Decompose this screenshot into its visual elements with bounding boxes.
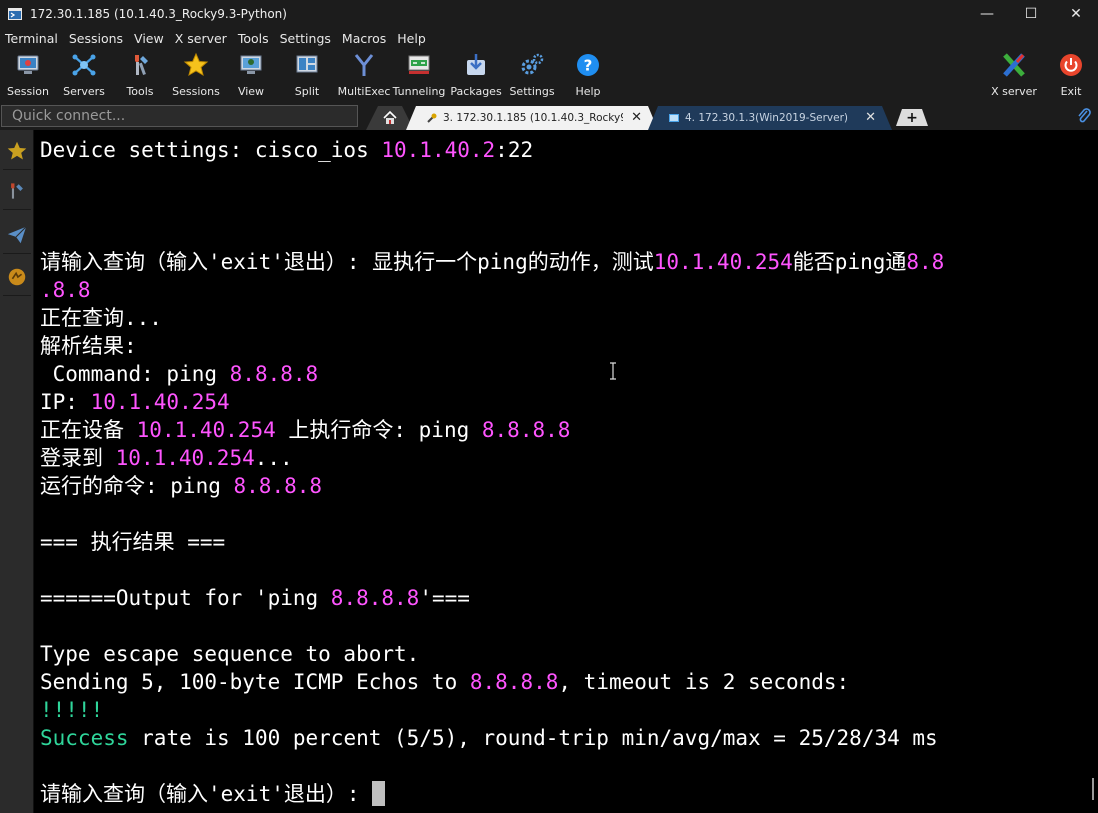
view-button[interactable]: View: [229, 49, 273, 103]
multiexec-button[interactable]: MultiExec: [338, 49, 390, 103]
home-icon: [383, 110, 397, 124]
wrench-icon: [427, 113, 437, 123]
x-server-icon: [1000, 51, 1028, 79]
servers-button[interactable]: Servers: [62, 49, 106, 103]
sidebar-send[interactable]: [3, 216, 31, 254]
tab-session-3-close-icon[interactable]: ✕: [631, 110, 642, 125]
menu-x-server[interactable]: X server: [170, 31, 233, 46]
gear-icon: [518, 51, 546, 79]
window-title: 172.30.1.185 (10.1.40.3_Rocky9.3-Python): [30, 7, 287, 21]
packages-button[interactable]: Packages: [450, 49, 502, 103]
menu-macros[interactable]: Macros: [337, 31, 392, 46]
x-server-button[interactable]: X server: [990, 49, 1038, 103]
session-icon: [14, 51, 42, 79]
new-tab-button[interactable]: +: [896, 109, 928, 126]
terminal-line: Success rate is 100 percent (5/5), round…: [40, 726, 938, 750]
ibeam-cursor-icon: [609, 362, 617, 380]
toolbar: Session Servers Tools Sessions View Spli…: [0, 49, 1098, 103]
close-window-button[interactable]: ✕: [1053, 0, 1098, 28]
title-bar: 172.30.1.185 (10.1.40.3_Rocky9.3-Python): [0, 0, 1098, 28]
quick-connect-box[interactable]: [1, 105, 358, 127]
session-button[interactable]: Session: [6, 49, 50, 103]
exit-button[interactable]: Exit: [1052, 49, 1090, 103]
menu-view[interactable]: View: [129, 31, 170, 46]
tools-icon: [11, 182, 23, 199]
tab-session-4-label: 4. 172.30.1.3(Win2019-Server): [685, 112, 848, 124]
menu-terminal[interactable]: Terminal: [0, 31, 64, 46]
split-icon: [293, 51, 321, 79]
menu-help[interactable]: Help: [392, 31, 432, 46]
terminal-line: Type escape sequence to abort.: [40, 642, 420, 666]
sidebar-macros[interactable]: [3, 258, 31, 296]
tab-session-3[interactable]: 3. 172.30.1.185 (10.1.40.3_Rocky9.3 ✕: [406, 106, 658, 130]
left-sidebar: [0, 130, 34, 813]
terminal-line: 正在设备 10.1.40.254 上执行命令: ping 8.8.8.8: [40, 418, 571, 442]
terminal-line: 登录到 10.1.40.254...: [40, 446, 293, 470]
tunneling-button[interactable]: Tunneling: [393, 49, 445, 103]
help-icon: ?: [574, 51, 602, 79]
star-icon: [7, 141, 27, 159]
sidebar-favorites[interactable]: [3, 132, 31, 170]
home-tab[interactable]: [366, 106, 414, 130]
packages-icon: [462, 51, 490, 79]
multiexec-icon: [350, 51, 378, 79]
split-button[interactable]: Split: [285, 49, 329, 103]
terminal-output[interactable]: Device settings: cisco_ios 10.1.40.2:22 …: [34, 130, 1090, 813]
terminal-scrollbar[interactable]: [1090, 130, 1098, 813]
minimize-button[interactable]: —: [964, 0, 1010, 28]
menu-tools[interactable]: Tools: [233, 31, 275, 46]
text-cursor: [372, 781, 386, 806]
quick-connect-input[interactable]: [12, 108, 342, 124]
sessions-button[interactable]: Sessions: [172, 49, 220, 103]
terminal-prompt-line[interactable]: 请输入查询（输入'exit'退出）:: [40, 780, 386, 808]
svg-text:?: ?: [584, 57, 593, 75]
servers-icon: [70, 51, 98, 79]
menu-bar: Terminal Sessions View X server Tools Se…: [0, 28, 1098, 49]
terminal-line: 解析结果:: [40, 334, 137, 358]
terminal-line: Device settings: cisco_ios 10.1.40.2:22: [40, 138, 534, 162]
power-icon: [1057, 51, 1085, 79]
tab-session-3-label: 3. 172.30.1.185 (10.1.40.3_Rocky9.3: [443, 112, 623, 124]
macro-icon: [8, 268, 26, 285]
terminal-line: 请输入查询（输入'exit'退出）: 显执行一个ping的动作，测试10.1.4…: [40, 250, 945, 274]
tunneling-icon: [405, 51, 433, 79]
scrollbar-thumb[interactable]: [1092, 778, 1094, 800]
windows-icon: [669, 114, 679, 122]
terminal-line: IP: 10.1.40.254: [40, 390, 230, 414]
terminal-app-icon: [7, 6, 23, 22]
star-icon: [182, 51, 210, 79]
sidebar-tools[interactable]: [3, 172, 31, 210]
terminal-line: ======Output for 'ping 8.8.8.8'===: [40, 586, 470, 610]
terminal-line: 运行的命令: ping 8.8.8.8: [40, 474, 323, 498]
maximize-button[interactable]: ☐: [1008, 0, 1054, 28]
menu-settings[interactable]: Settings: [275, 31, 337, 46]
terminal-line: Sending 5, 100-byte ICMP Echos to 8.8.8.…: [40, 670, 850, 694]
terminal-line: 正在查询...: [40, 306, 162, 330]
tools-icon: [126, 51, 154, 79]
settings-button[interactable]: Settings: [509, 49, 555, 103]
tools-button[interactable]: Tools: [118, 49, 162, 103]
help-button[interactable]: ? Help: [567, 49, 609, 103]
tab-session-4-close-icon[interactable]: ✕: [865, 110, 876, 125]
paper-plane-icon: [7, 225, 27, 243]
tab-row: 3. 172.30.1.185 (10.1.40.3_Rocky9.3 ✕ 4.…: [0, 103, 1098, 130]
terminal-line: !!!!!: [40, 698, 104, 722]
attach-icon[interactable]: [1076, 107, 1092, 125]
menu-sessions[interactable]: Sessions: [64, 31, 129, 46]
terminal-line: .8.8: [40, 278, 91, 302]
terminal-line: === 执行结果 ===: [40, 530, 226, 554]
view-icon: [237, 51, 265, 79]
tab-session-4[interactable]: 4. 172.30.1.3(Win2019-Server) ✕: [648, 106, 892, 130]
terminal-line: Command: ping 8.8.8.8: [40, 362, 319, 386]
